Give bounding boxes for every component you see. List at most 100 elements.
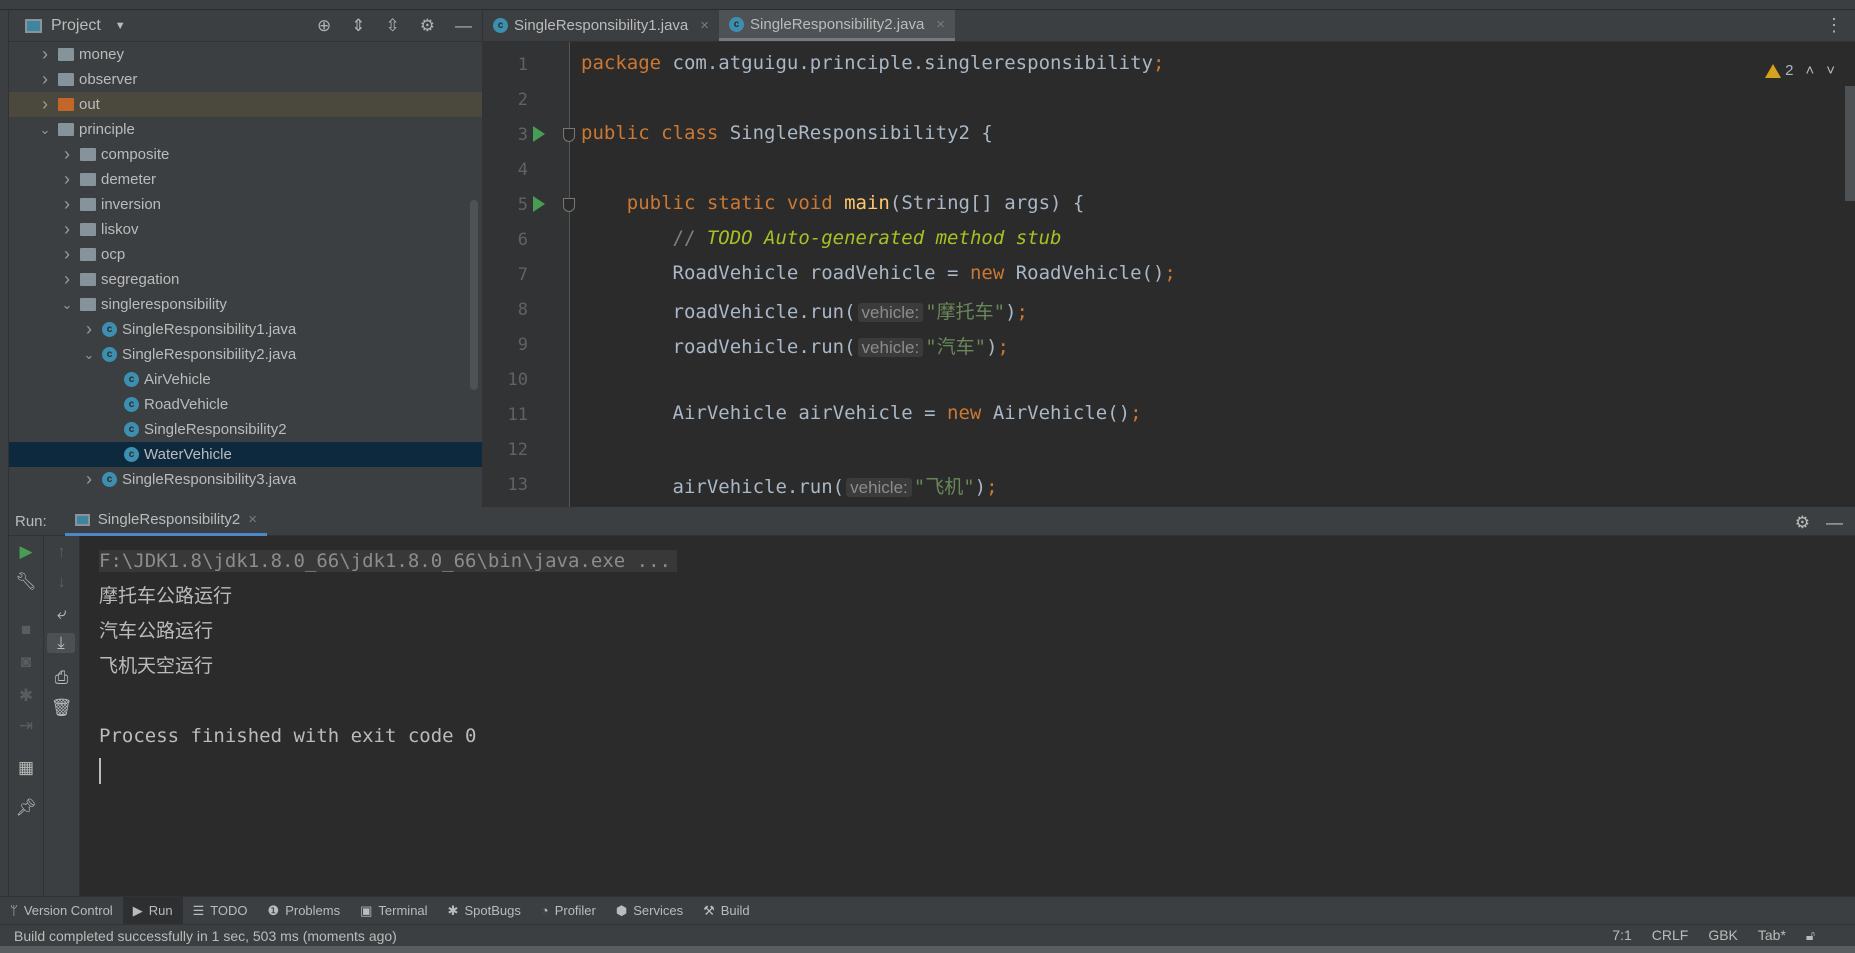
tool-window-todo[interactable]: ☰ TODO	[183, 897, 258, 925]
tree-item[interactable]: c WaterVehicle	[9, 442, 482, 467]
run-toolbar-secondary: ↑ ↓ ⤶ ⤓ ⎙ 🗑︎	[44, 536, 80, 896]
scroll-to-end-icon[interactable]: ⤓	[47, 633, 75, 653]
chevron-down-icon[interactable]: ⌄	[59, 297, 75, 313]
down-arrow-icon[interactable]: ↓	[44, 572, 79, 592]
chevron-down-icon[interactable]: ⌄	[81, 347, 97, 363]
tree-item[interactable]: › out	[9, 92, 482, 117]
pin-icon[interactable]: 📌︎	[9, 798, 43, 818]
line-separator[interactable]: CRLF	[1652, 927, 1689, 944]
tool-window-version-control[interactable]: ᛘ Version Control	[0, 897, 123, 925]
tree-item[interactable]: › inversion	[9, 192, 482, 217]
tree-item[interactable]: ⌄ principle	[9, 117, 482, 142]
prev-highlight-icon[interactable]: ˄	[1805, 62, 1814, 79]
print-icon[interactable]: ⎙	[44, 668, 79, 688]
project-title[interactable]: Project	[51, 17, 101, 35]
tool-window-terminal[interactable]: ▣ Terminal	[350, 897, 437, 925]
code-token: ;	[1152, 52, 1165, 74]
camera-icon[interactable]: ◙	[9, 652, 43, 672]
tool-window-spotbugs[interactable]: ✱ SpotBugs	[438, 897, 531, 925]
more-icon[interactable]: ⋮	[1825, 15, 1855, 36]
editor-scrollbar[interactable]	[1845, 86, 1855, 201]
tree-item[interactable]: › observer	[9, 67, 482, 92]
up-arrow-icon[interactable]: ↑	[44, 542, 79, 562]
caret-position[interactable]: 7:1	[1612, 927, 1631, 944]
chevron-right-icon[interactable]: ›	[59, 169, 75, 190]
chevron-right-icon[interactable]: ›	[37, 69, 53, 90]
editor-tab[interactable]: c SingleResponsibility2.java ×	[719, 10, 956, 41]
tree-item[interactable]: › c SingleResponsibility1.java	[9, 317, 482, 342]
close-icon[interactable]: ×	[700, 17, 709, 34]
tree-item[interactable]: ⌄ c SingleResponsibility2.java	[9, 342, 482, 367]
collapse-all-icon[interactable]: ⇳	[386, 16, 400, 36]
gear-icon[interactable]: ⚙	[420, 16, 435, 36]
tree-item[interactable]: › composite	[9, 142, 482, 167]
tool-window-build[interactable]: ⚒ Build	[693, 897, 760, 925]
exit-icon[interactable]: ⇥	[9, 716, 43, 736]
console-output[interactable]: F:\JDK1.8\jdk1.8.0_66\jdk1.8.0_66\bin\ja…	[99, 544, 677, 784]
fold-icon[interactable]	[563, 198, 575, 212]
close-icon[interactable]: ×	[936, 16, 945, 33]
tree-item-label: segregation	[101, 271, 180, 288]
chevron-right-icon[interactable]: ›	[81, 469, 97, 490]
tree-item[interactable]: › demeter	[9, 167, 482, 192]
tool-window-services[interactable]: ⬢ Services	[606, 897, 693, 925]
minimize-icon[interactable]: —	[1826, 513, 1843, 533]
tool-window-profiler[interactable]: ◔ Profiler	[531, 897, 606, 925]
code-area[interactable]: package com.atguigu.principle.singleresp…	[483, 42, 1855, 507]
wrench-icon[interactable]: 🔧︎	[9, 572, 43, 592]
tree-item[interactable]: ⌄ singleresponsibility	[9, 292, 482, 317]
lock-icon[interactable]: 🔓︎	[1806, 927, 1815, 944]
close-icon[interactable]: ×	[248, 511, 257, 528]
next-highlight-icon[interactable]: ˅	[1826, 62, 1835, 79]
window-top-strip	[0, 0, 1855, 10]
tree-item[interactable]: › c SingleResponsibility3.java	[9, 467, 482, 492]
folder-icon	[80, 298, 96, 311]
tree-item[interactable]: c AirVehicle	[9, 367, 482, 392]
chevron-right-icon[interactable]: ›	[59, 269, 75, 290]
class-icon: c	[102, 472, 117, 487]
gear-icon[interactable]: ⚙	[1795, 513, 1810, 533]
console-icon	[74, 513, 90, 526]
console-line: 飞机天空运行	[99, 655, 214, 677]
code-token: package	[581, 52, 673, 74]
minimize-icon[interactable]: —	[455, 16, 472, 36]
layout-icon[interactable]: ▦	[9, 758, 43, 778]
soft-wrap-icon[interactable]: ⤶	[44, 604, 79, 624]
code-line: roadVehicle.run(vehicle: "摩托车");	[581, 297, 1028, 324]
tree-item[interactable]: c RoadVehicle	[9, 392, 482, 417]
folder-icon	[58, 48, 74, 61]
chevron-right-icon[interactable]: ›	[59, 219, 75, 240]
chevron-right-icon[interactable]: ›	[59, 194, 75, 215]
chevron-right-icon[interactable]: ›	[59, 144, 75, 165]
editor-tab[interactable]: c SingleResponsibility1.java ×	[483, 10, 719, 41]
tree-item[interactable]: › segregation	[9, 267, 482, 292]
expand-all-icon[interactable]: ⇕	[351, 16, 365, 36]
debug-icon[interactable]: ✱	[9, 686, 43, 706]
tree-scrollbar[interactable]	[470, 200, 478, 390]
code-line: AirVehicle airVehicle = new AirVehicle()…	[581, 402, 1142, 424]
run-tab[interactable]: SingleResponsibility2 ×	[64, 507, 268, 536]
chevron-down-icon[interactable]: ▼	[115, 20, 126, 32]
trash-icon[interactable]: 🗑︎	[44, 698, 79, 718]
tree-item[interactable]: c SingleResponsibility2	[9, 417, 482, 442]
fold-icon[interactable]	[563, 128, 575, 142]
rerun-icon[interactable]: ▶	[9, 542, 43, 562]
tree-item-label: money	[79, 46, 125, 63]
chevron-right-icon[interactable]: ›	[59, 244, 75, 265]
chevron-right-icon[interactable]: ›	[37, 94, 53, 115]
chevron-right-icon[interactable]: ›	[81, 319, 97, 340]
tool-window-problems[interactable]: ❶ Problems	[258, 897, 351, 925]
stop-icon[interactable]: ■	[9, 620, 43, 640]
file-encoding[interactable]: GBK	[1708, 927, 1738, 944]
locate-icon[interactable]: ⊕	[317, 16, 331, 36]
tree-item[interactable]: › liskov	[9, 217, 482, 242]
tree-item[interactable]: › money	[9, 42, 482, 67]
class-icon: c	[124, 447, 139, 462]
tree-item[interactable]: › ocp	[9, 242, 482, 267]
chevron-right-icon[interactable]: ›	[37, 44, 53, 65]
chevron-down-icon[interactable]: ⌄	[37, 122, 53, 138]
indent-setting[interactable]: Tab*	[1758, 927, 1786, 944]
status-message[interactable]: Build completed successfully in 1 sec, 5…	[14, 928, 397, 944]
inspection-widget[interactable]: 2 ˄ ˅	[1765, 62, 1835, 79]
tool-window-run[interactable]: ▶ Run	[122, 896, 183, 925]
